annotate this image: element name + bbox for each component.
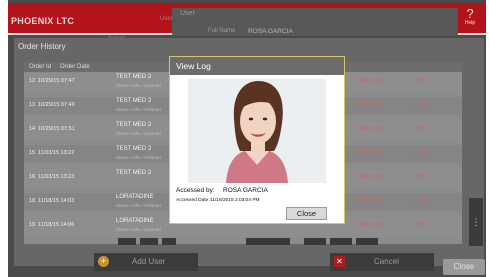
edit-link[interactable]: Edit [415,102,425,108]
username-label: User [160,16,173,22]
medication-cell: TEST MED 2 [116,98,152,104]
edit-link[interactable]: Edit [415,78,425,84]
cancel-button[interactable]: ✕ Cancel [330,253,434,271]
edit-link[interactable]: Edit [415,150,425,156]
column-header-order-date: Order Date [60,64,90,70]
medication-status: Status: Gifts / Ordered [116,203,161,208]
order-id-cell: 18 [29,198,36,204]
medication-status: Status: Gifts / Ordered [116,107,161,112]
full-name-value: ROSA GARCIA [248,28,293,35]
user-photo [188,79,326,183]
view-log-link[interactable]: View Log [358,78,383,84]
order-id-cell: 13 [29,102,36,108]
order-date-cell: 10/29/15 07:49 [38,102,75,108]
pager-prev[interactable] [140,238,158,245]
view-log-link[interactable]: View Log [358,102,383,108]
medication-status: Status: Gifts / Ordered [116,227,161,232]
help-label: Help [464,20,476,26]
medication-cell: TEST MED 2 [116,146,152,152]
accessed-date-value: 11/18/2015 2:03:04 PM [210,198,260,203]
medication-cell: TEST MED 2 [116,74,152,80]
pager-extra[interactable] [356,238,378,245]
view-log-link[interactable]: View Log [358,174,383,180]
pager-page[interactable] [162,238,176,245]
edit-link[interactable]: Edit [415,126,425,132]
order-history-title: Order History [18,42,66,51]
user-photo-image [188,79,326,183]
edit-link[interactable]: Edit [415,198,425,204]
medication-status: Status: Gifts / Ordered [116,131,161,136]
order-date-cell: 10/29/15 07:47 [38,78,75,84]
view-log-dialog: View Log Accessed by: ROSA GARCIA Access… [169,56,345,224]
help-icon: ? [466,6,474,21]
add-user-button[interactable]: + Add User [94,253,198,271]
pager-input[interactable] [246,238,290,245]
view-log-link[interactable]: View Log [358,222,383,228]
view-log-link[interactable]: View Log [358,150,383,156]
medication-cell: LORATADINE [116,194,154,200]
view-log-link[interactable]: View Log [358,198,383,204]
order-id-cell: 15 [29,150,36,156]
order-date-cell: 11/18/15 14:06 [38,222,75,228]
brand-logo: PHOENIX LTC [11,16,75,26]
order-date-cell: 11/03/15 13:22 [38,150,75,156]
order-date-cell: 11/18/15 14:03 [38,198,75,204]
help-button[interactable]: ? Help [461,7,479,29]
pager-next[interactable] [304,238,326,245]
view-log-link[interactable]: View Log [358,126,383,132]
dialog-title: View Log [170,57,344,75]
medication-cell: LORATADINE [116,218,154,224]
order-date-cell: 11/03/15 13:23 [38,174,75,180]
order-id-cell: 19 [29,222,36,228]
cancel-label: Cancel [374,257,399,266]
order-date-cell: 10/29/15 07:51 [38,126,75,132]
accessed-by-value: ROSA GARCIA [223,187,268,194]
dialog-close-button[interactable]: Close [286,207,327,220]
scrollbar-thumb[interactable]: ⋮ [469,198,483,246]
edit-link[interactable]: Edit [415,174,425,180]
user-form-title: User [180,10,195,17]
order-id-cell: 14 [29,126,36,132]
pager-last[interactable] [330,238,352,245]
cancel-icon: ✕ [334,256,345,267]
order-id-cell: 12 [29,78,36,84]
order-id-cell: 16 [29,174,36,180]
add-user-label: Add User [132,257,166,266]
add-icon: + [98,256,109,267]
medication-status: Status: Gifts / Ordered [116,155,161,160]
medication-cell: TEST MED 2 [116,170,152,176]
accessed-date-label: Accessed Date: [176,198,210,203]
accessed-by-label: Accessed by: [176,187,215,194]
medication-cell: TEST MED 2 [116,122,152,128]
background-user-form: User User Full Name ROSA GARCIA [160,8,458,36]
full-name-label: Full Name [208,28,236,34]
order-history-close-button[interactable]: Close [443,259,485,275]
column-header-order-id: Order Id [29,64,52,70]
edit-link[interactable]: Edit [415,222,425,228]
pager-first[interactable] [118,238,136,245]
medication-status: Status: Gifts / Ordered [116,83,161,88]
